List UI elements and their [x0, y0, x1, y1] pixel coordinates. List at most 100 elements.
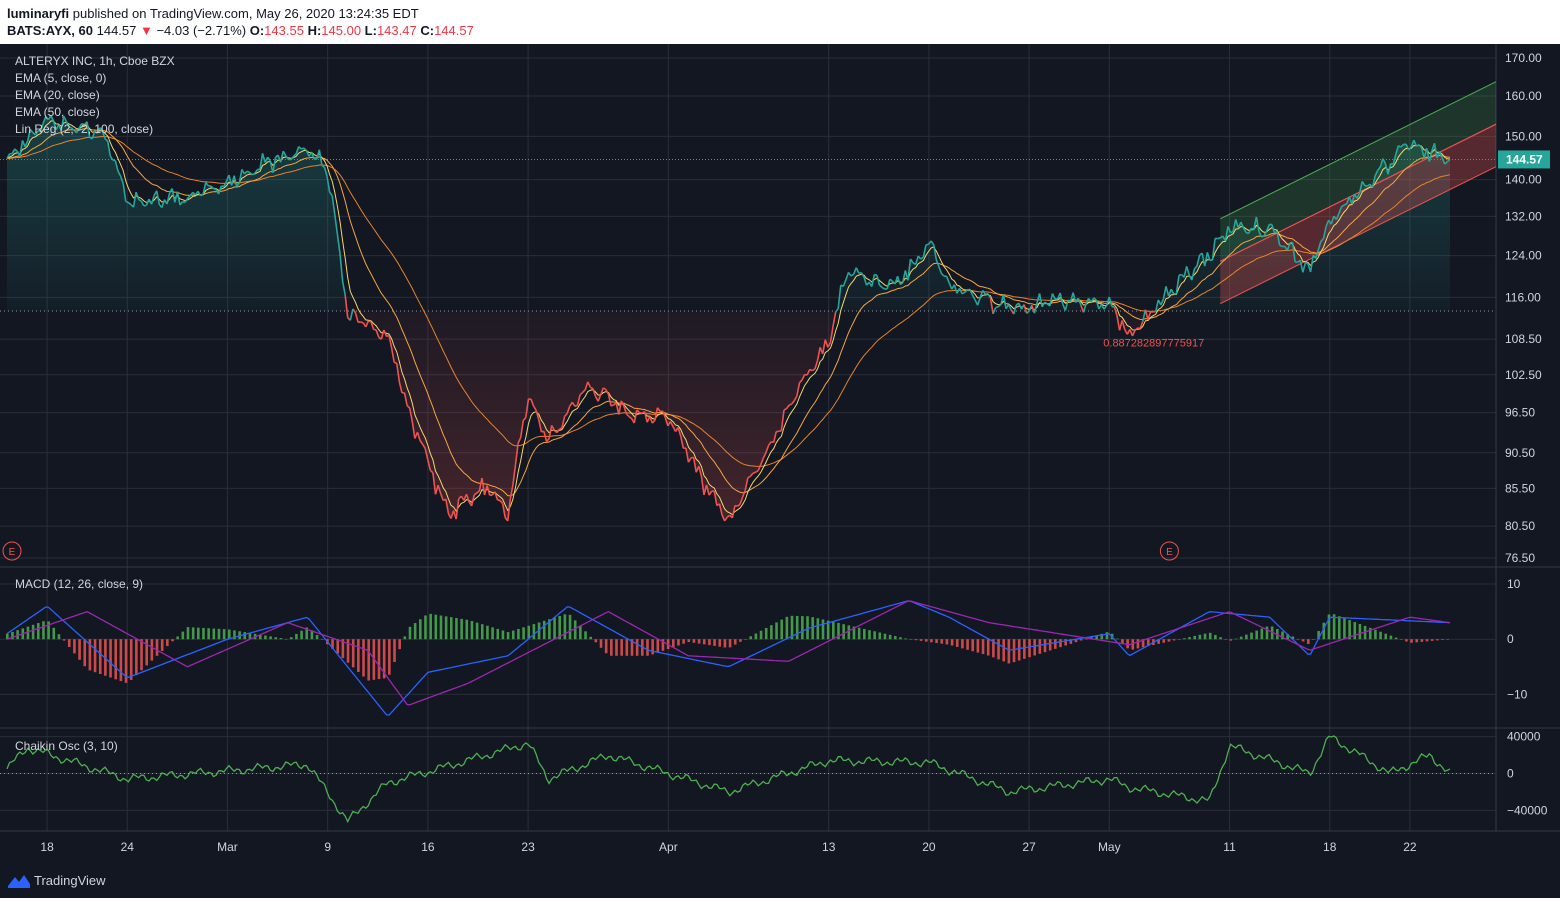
- macd-histogram-bar: [1255, 630, 1258, 640]
- macd-histogram-bar: [733, 639, 737, 645]
- macd-histogram-bar: [739, 639, 742, 642]
- close-segment: [352, 308, 357, 314]
- macd-histogram-bar: [955, 639, 959, 647]
- macd-histogram-bar: [961, 639, 964, 649]
- close-segment: [1261, 235, 1265, 238]
- macd-histogram-bar: [1374, 629, 1377, 640]
- macd-legend-label: MACD (12, 26, close, 9): [15, 577, 143, 591]
- close-segment: [497, 499, 501, 502]
- macd-histogram-bar: [1337, 616, 1341, 640]
- macd-histogram-bar: [935, 639, 938, 643]
- macd-histogram-bar: [1245, 634, 1248, 640]
- macd-histogram-bar: [434, 614, 438, 640]
- macd-histogram-bar: [1162, 639, 1166, 643]
- macd-histogram-bar: [1389, 635, 1393, 640]
- macd-histogram-bar: [976, 639, 980, 653]
- macd-histogram-bar: [966, 639, 969, 650]
- down-arrow-icon: ▼: [136, 23, 157, 38]
- macd-histogram-bar: [300, 630, 303, 640]
- macd-histogram-bar: [1239, 636, 1243, 640]
- price-legend-label: EMA (50, close): [15, 105, 100, 119]
- macd-histogram-bar: [780, 619, 784, 640]
- close-segment: [1111, 305, 1115, 308]
- time-tick-label: 18: [40, 840, 54, 854]
- macd-histogram-bar: [924, 639, 928, 642]
- macd-histogram-bar: [1399, 639, 1403, 640]
- macd-histogram-bar: [1172, 639, 1176, 641]
- close-segment: [610, 404, 614, 407]
- macd-tick-label: 10: [1507, 577, 1521, 591]
- macd-histogram-bar: [1260, 628, 1264, 640]
- price-tick-label: 170.00: [1505, 51, 1542, 65]
- close-segment: [213, 187, 217, 191]
- macd-histogram-bar: [269, 636, 272, 640]
- macd-histogram-bar: [579, 625, 582, 640]
- macd-histogram-bar: [749, 636, 753, 640]
- macd-histogram-bar: [496, 628, 500, 640]
- macd-histogram-bar: [429, 613, 432, 640]
- price-fill-area: [0, 115, 1496, 521]
- macd-histogram-bar: [1446, 639, 1449, 640]
- macd-histogram-bar: [1198, 634, 1202, 640]
- macd-histogram-bar: [1410, 639, 1413, 643]
- close-segment: [1230, 230, 1234, 234]
- macd-histogram-bar: [1121, 639, 1124, 644]
- chart-area[interactable]: 0.887282897775917 E E 170.00 160.00 150.00 1…: [0, 44, 1560, 862]
- macd-histogram-bar: [1167, 639, 1171, 642]
- macd-histogram-bar: [1002, 639, 1006, 662]
- macd-histogram-bar: [599, 639, 603, 648]
- macd-histogram-bar: [1384, 633, 1388, 640]
- macd-histogram-bar: [878, 632, 882, 640]
- time-tick-label: 18: [1323, 840, 1337, 854]
- chart-svg: 0.887282897775917 E E 170.00 160.00 150.00 1…: [0, 44, 1560, 854]
- macd-histogram-bar: [718, 639, 722, 647]
- author-name[interactable]: luminaryfi: [7, 6, 69, 21]
- macd-histogram-bar: [914, 639, 918, 641]
- macd-histogram-bar: [759, 630, 763, 640]
- close-segment: [574, 404, 578, 408]
- macd-histogram-bar: [227, 629, 231, 640]
- macd-histogram-bar: [656, 639, 660, 653]
- macd-histogram-bar: [480, 624, 484, 640]
- macd-histogram-bar: [1224, 639, 1228, 640]
- macd-histogram-bar: [336, 639, 340, 654]
- price-legend-label: EMA (20, close): [15, 88, 100, 102]
- macd-histogram-bar: [357, 639, 360, 672]
- close-segment: [1364, 184, 1368, 187]
- time-tick-label: 27: [1022, 840, 1036, 854]
- macd-histogram-bar: [904, 638, 907, 640]
- macd-histogram-bar: [909, 639, 913, 640]
- macd-histogram-bar: [821, 619, 825, 640]
- macd-histogram-bar: [207, 628, 210, 640]
- last-price-tag-label: 144.57: [1506, 152, 1543, 166]
- time-tick-label: 9: [324, 840, 331, 854]
- macd-histogram-bar: [171, 639, 174, 642]
- macd-histogram-bar: [93, 639, 97, 673]
- chart-header: luminaryfi published on TradingView.com,…: [0, 0, 1560, 44]
- close-segment: [925, 243, 929, 246]
- ohlc-line: BATS:AYX, 60 144.57 ▼ −4.03 (−2.71%) O:1…: [7, 23, 474, 38]
- macd-histogram-bar: [1203, 633, 1207, 640]
- price-tick-label: 96.50: [1505, 406, 1535, 420]
- macd-histogram-bar: [351, 639, 355, 668]
- close-segment: [1305, 261, 1309, 265]
- macd-histogram-bar: [491, 627, 494, 640]
- macd-histogram-bar: [945, 639, 949, 645]
- macd-histogram-bar: [754, 633, 758, 640]
- macd-histogram-bar: [181, 631, 185, 640]
- macd-histogram-bar: [708, 639, 711, 646]
- macd-histogram-bar: [119, 639, 123, 682]
- macd-histogram-bar: [1441, 639, 1444, 640]
- macd-histogram-bar: [816, 618, 820, 640]
- macd-histogram-bar: [919, 639, 923, 641]
- macd-histogram-bar: [1219, 637, 1222, 640]
- macd-histogram-bar: [1048, 639, 1052, 651]
- macd-histogram-bar: [98, 639, 102, 674]
- macd-histogram-bar: [1234, 638, 1238, 640]
- earnings-marker-label: E: [9, 547, 16, 558]
- macd-histogram-bar: [532, 624, 536, 640]
- macd-histogram-bar: [501, 630, 505, 640]
- macd-histogram-bar: [78, 639, 81, 660]
- low-value: 143.47: [376, 23, 417, 38]
- open-value: 143.55: [264, 23, 304, 38]
